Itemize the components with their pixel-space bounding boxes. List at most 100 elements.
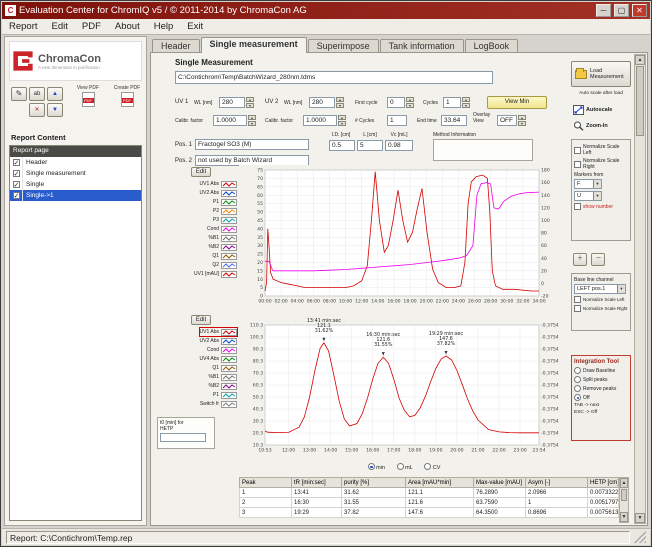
legend-item[interactable]: UV1 Abs xyxy=(200,328,237,336)
spinner-up-icon[interactable] xyxy=(518,115,526,120)
table-scrollbar[interactable]: ▲ ▼ xyxy=(619,477,629,523)
menu-item[interactable]: PDF xyxy=(75,20,108,33)
legend-item[interactable]: Cond xyxy=(207,346,237,354)
radio-icon[interactable] xyxy=(397,463,404,470)
calibr-factor-2-spinner[interactable] xyxy=(338,115,346,126)
legend-item[interactable]: %B2 xyxy=(208,243,237,251)
item-checkbox[interactable] xyxy=(13,170,20,177)
spinner-down-icon[interactable] xyxy=(462,103,470,108)
spinner-up-icon[interactable] xyxy=(406,97,414,102)
content-scrollbar[interactable]: ▲ ▼ xyxy=(634,54,646,524)
spinner-down-icon[interactable] xyxy=(338,121,346,126)
minimize-button[interactable]: ─ xyxy=(596,4,611,17)
radio-icon[interactable] xyxy=(424,463,431,470)
uv2-wavelength-input[interactable] xyxy=(309,97,335,108)
item-checkbox[interactable] xyxy=(13,159,20,166)
spinner-down-icon[interactable] xyxy=(248,121,256,126)
move-up-button[interactable]: ▲ xyxy=(47,87,63,101)
tab[interactable]: Tank information xyxy=(380,39,464,53)
legend-item[interactable]: UV1 Abs xyxy=(200,180,237,188)
scroll-up-icon[interactable]: ▲ xyxy=(620,478,628,488)
legend-item[interactable]: Switch fr xyxy=(200,400,237,408)
table-row[interactable]: 216:3031.55121.663.759010.0051797 xyxy=(240,498,619,508)
unit-radio-option[interactable]: CV xyxy=(424,465,440,471)
legend-item[interactable]: UV2 Abs xyxy=(200,337,237,345)
close-button[interactable]: ✕ xyxy=(632,4,647,17)
legend-item[interactable]: Q1 xyxy=(212,252,237,260)
baseline-channel-combo[interactable]: LEFT pos.1▼ xyxy=(574,284,626,294)
tab[interactable]: Header xyxy=(152,39,200,53)
rename-button[interactable]: ab xyxy=(29,87,45,101)
scroll-down-icon[interactable]: ▼ xyxy=(635,513,645,523)
peaks-table-header-cell[interactable]: Area [mAU*min] xyxy=(406,478,474,488)
vc-input[interactable] xyxy=(385,140,413,151)
move-down-button[interactable]: ▼ xyxy=(47,103,63,117)
first-cycle-input[interactable] xyxy=(387,97,405,108)
scrollbar-thumb[interactable] xyxy=(636,66,644,136)
peaks-table-header-cell[interactable]: purity [%] xyxy=(342,478,406,488)
radio-icon[interactable] xyxy=(574,376,581,383)
unit-radio-option[interactable]: min xyxy=(368,465,385,471)
report-list-item[interactable]: Single->1 xyxy=(10,190,141,201)
cycles-spinner[interactable] xyxy=(462,97,470,108)
report-list-item[interactable]: Single measurement xyxy=(10,168,141,179)
cycles-input[interactable] xyxy=(443,97,461,108)
marker-channel-2-combo[interactable]: U▼ xyxy=(574,191,602,201)
overlay-view-spinner[interactable] xyxy=(518,115,526,126)
integration-option[interactable]: Remove peaks xyxy=(574,385,628,392)
radio-icon[interactable] xyxy=(574,394,581,401)
num-cycles-input[interactable] xyxy=(387,115,407,126)
baseline-normalize-left-row[interactable]: Normalize Scale Left xyxy=(574,296,628,303)
peaks-table-header-cell[interactable]: Peak xyxy=(240,478,292,488)
end-time-input[interactable] xyxy=(441,115,467,126)
uv1-wavelength-spinner[interactable] xyxy=(246,97,254,108)
scrollbar-thumb[interactable] xyxy=(621,489,627,501)
spinner-down-icon[interactable] xyxy=(246,103,254,108)
spinner-up-icon[interactable] xyxy=(336,97,344,102)
edit-top-legend-button[interactable]: Edit xyxy=(191,167,211,177)
table-row[interactable]: 113:4131.62121.176.28902.09660.0073322 xyxy=(240,488,619,498)
overlay-view-input[interactable] xyxy=(497,115,517,126)
legend-item[interactable]: P1 xyxy=(213,391,237,399)
legend-item[interactable]: Q2 xyxy=(212,261,237,269)
checkbox-icon[interactable] xyxy=(574,161,581,168)
maximize-button[interactable]: ▢ xyxy=(614,4,629,17)
chevron-down-icon[interactable]: ▼ xyxy=(617,285,625,293)
calibr-factor-2-input[interactable] xyxy=(303,115,337,126)
view-pdf-button[interactable]: View PDF PDF xyxy=(71,85,105,107)
scroll-down-icon[interactable]: ▼ xyxy=(620,512,628,522)
checkbox-icon[interactable] xyxy=(574,203,581,210)
spinner-down-icon[interactable] xyxy=(518,121,526,126)
integration-option[interactable]: Off xyxy=(574,394,628,401)
calibr-factor-1-input[interactable] xyxy=(213,115,247,126)
legend-item[interactable]: %B1 xyxy=(208,373,237,381)
integration-option[interactable]: Split peaks xyxy=(574,376,628,383)
chevron-down-icon[interactable]: ▼ xyxy=(593,180,601,188)
overview-chart[interactable]: 00:0002:0004:0006:0008:0010:0012:0014:00… xyxy=(239,165,569,309)
menu-item[interactable]: Edit xyxy=(45,20,75,33)
show-number-row[interactable]: show number xyxy=(574,203,628,210)
chevron-down-icon[interactable]: ▼ xyxy=(593,192,601,200)
checkbox-icon[interactable] xyxy=(574,296,581,303)
resize-grip[interactable] xyxy=(634,531,646,543)
legend-item[interactable]: UV4 Abs xyxy=(200,355,237,363)
tab[interactable]: Single measurement xyxy=(201,37,307,53)
pos1-input[interactable] xyxy=(195,139,309,150)
report-list-item[interactable]: Header xyxy=(10,157,141,168)
integration-option[interactable]: Draw Baseline xyxy=(574,367,628,374)
table-row[interactable]: 319:2937.82147.664.35000.86960.0075613 xyxy=(240,508,619,518)
peaks-table-header-cell[interactable]: Max-value [mAU] xyxy=(474,478,526,488)
radio-icon[interactable] xyxy=(368,463,375,470)
integration-chart[interactable]: 10:5312:0013:0014:0015:0016:0017:0018:00… xyxy=(239,309,569,459)
spinner-down-icon[interactable] xyxy=(406,103,414,108)
id-input[interactable] xyxy=(329,140,355,151)
spinner-up-icon[interactable] xyxy=(248,115,256,120)
menu-item[interactable]: About xyxy=(108,20,147,33)
checkbox-icon[interactable] xyxy=(574,305,581,312)
calibr-factor-1-spinner[interactable] xyxy=(248,115,256,126)
zoom-in-button[interactable]: Zoom-In xyxy=(573,119,631,132)
marker-channel-1-combo[interactable]: F▼ xyxy=(574,179,602,189)
spinner-up-icon[interactable] xyxy=(462,97,470,102)
legend-item[interactable]: Cond xyxy=(207,225,237,233)
legend-item[interactable]: P1 xyxy=(213,198,237,206)
